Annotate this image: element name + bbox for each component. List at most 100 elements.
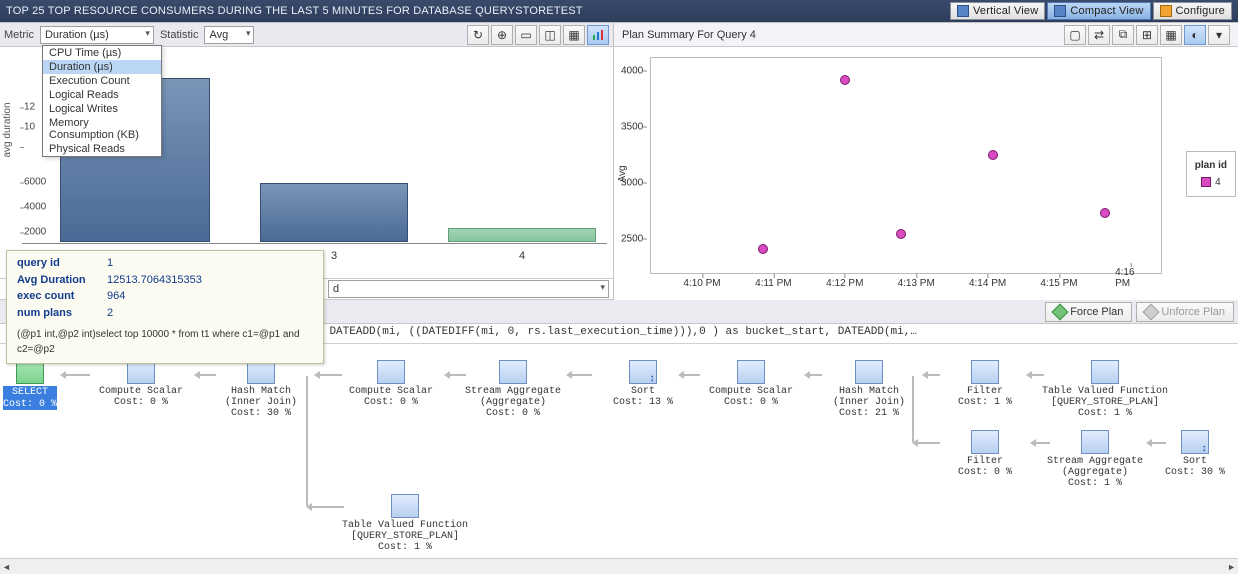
force-plan-button[interactable]: Force Plan: [1045, 302, 1132, 322]
plan-node-stream-aggregate[interactable]: Stream Aggregate (Aggregate) Cost: 0 %: [458, 360, 568, 419]
plan-node-compute-scalar[interactable]: Compute Scalar Cost: 0 %: [336, 360, 446, 408]
plan-node-hash-match[interactable]: Hash Match (Inner Join) Cost: 21 %: [814, 360, 924, 419]
vertical-view-button[interactable]: Vertical View: [950, 2, 1045, 20]
agg-select[interactable]: d: [328, 280, 609, 298]
metric-option[interactable]: CPU Time (µs): [43, 46, 161, 60]
metric-option[interactable]: Duration (µs): [43, 60, 161, 74]
compact-view-button[interactable]: Compact View: [1047, 2, 1150, 20]
scroll-right-icon[interactable]: ►: [1227, 562, 1236, 572]
scatter-point[interactable]: [1100, 208, 1110, 218]
metric-select[interactable]: Duration (µs): [40, 26, 154, 44]
node-cost: Cost: 0 %: [458, 408, 568, 419]
compare-button[interactable]: ⇄: [1088, 25, 1110, 45]
node-label: Hash Match: [206, 386, 316, 397]
target-button[interactable]: ⊕: [491, 25, 513, 45]
chevron-down-icon[interactable]: ▾: [1208, 25, 1230, 45]
scatter-point[interactable]: [988, 150, 998, 160]
refresh-button[interactable]: ↻: [467, 25, 489, 45]
plan-summary-bar: Plan Summary For Query 4 ▢ ⇄ ⧉ ⊞ ▦ ◐ ▾: [614, 23, 1238, 47]
plan-arrow: [568, 374, 592, 376]
metric-option[interactable]: Execution Count: [43, 74, 161, 88]
plan-arrow: [446, 374, 466, 376]
plan-node-tvf[interactable]: Table Valued Function [QUERY_STORE_PLAN]…: [330, 494, 480, 553]
node-cost: Cost: 13 %: [588, 397, 698, 408]
node-label: Compute Scalar: [86, 386, 196, 397]
x-label: 4: [519, 250, 525, 262]
stat-label: Statistic: [160, 29, 199, 41]
plan-node-compute-scalar[interactable]: Compute Scalar Cost: 0 %: [86, 360, 196, 408]
stat-select[interactable]: Avg: [204, 26, 254, 44]
metric-option[interactable]: Logical Writes: [43, 102, 161, 116]
metric-option[interactable]: Memory Consumption (KB): [43, 116, 161, 142]
tooltip-key: query id: [17, 255, 97, 272]
table-view-button[interactable]: ▦: [1160, 25, 1182, 45]
configure-button[interactable]: Configure: [1153, 2, 1233, 20]
unforce-plan-button[interactable]: Unforce Plan: [1136, 302, 1234, 322]
tooltip-key: Avg Duration: [17, 272, 97, 289]
plan-arrow: [924, 374, 940, 376]
grid-view-button[interactable]: ▭: [515, 25, 537, 45]
ytick: 6000: [24, 177, 46, 188]
legend-swatch: [1201, 177, 1211, 187]
ytick: 10: [24, 122, 35, 133]
s-xtick: 4:11 PM: [755, 278, 792, 289]
node-sub: (Aggregate): [458, 397, 568, 408]
metric-option[interactable]: Physical Reads: [43, 142, 161, 156]
metric-option[interactable]: Logical Reads: [43, 88, 161, 102]
titlebar-buttons: Vertical View Compact View Configure: [950, 2, 1232, 20]
tooltip-key: exec count: [17, 288, 97, 305]
plan-node-select[interactable]: SELECT Cost: 0 %: [0, 360, 60, 410]
s-ytick: 3500: [621, 121, 643, 132]
node-cost: Cost: 1 %: [930, 397, 1040, 408]
right-icon-buttons: ▢ ⇄ ⧉ ⊞ ▦ ◐ ▾: [1064, 25, 1230, 45]
refresh-button[interactable]: ▢: [1064, 25, 1086, 45]
execution-plan[interactable]: SELECT Cost: 0 % Compute Scalar Cost: 0 …: [0, 344, 1238, 558]
plan-arrow: [62, 374, 90, 376]
plan-node-sort[interactable]: Sort Cost: 30 %: [1160, 430, 1230, 478]
x-axis: [22, 243, 607, 244]
plan-node-tvf[interactable]: Table Valued Function [QUERY_STORE_PLAN]…: [1030, 360, 1180, 419]
horizontal-scrollbar[interactable]: ◄ ►: [0, 558, 1238, 574]
scroll-left-icon[interactable]: ◄: [2, 562, 11, 572]
plan-arrow: [1148, 442, 1166, 444]
right-panel: Plan Summary For Query 4 ▢ ⇄ ⧉ ⊞ ▦ ◐ ▾ A…: [614, 23, 1238, 300]
plan-node-hash-match[interactable]: Hash Match (Inner Join) Cost: 30 %: [206, 360, 316, 419]
stat-value: Avg: [209, 29, 228, 41]
table-view-button[interactable]: ▦: [563, 25, 585, 45]
metric-label: Metric: [4, 29, 34, 41]
layout-c-icon: [1054, 5, 1066, 17]
plan-node-sort[interactable]: Sort Cost: 13 %: [588, 360, 698, 408]
metric-dropdown-list[interactable]: CPU Time (µs) Duration (µs) Execution Co…: [42, 45, 162, 157]
chart-view-button[interactable]: ◐: [1184, 25, 1206, 45]
s-xtick: 4:12 PM: [826, 278, 863, 289]
plan-diff-button[interactable]: ⧉: [1112, 25, 1134, 45]
bar-query-4[interactable]: [448, 228, 596, 242]
configure-label: Configure: [1176, 5, 1226, 17]
ytick: 2000: [24, 227, 46, 238]
gear-icon: [1160, 5, 1172, 17]
plan-arrow: [316, 374, 342, 376]
metric-value: Duration (µs): [45, 29, 109, 41]
tooltip-val: 964: [107, 288, 125, 305]
plan-node-stream-aggregate[interactable]: Stream Aggregate (Aggregate) Cost: 1 %: [1040, 430, 1150, 489]
scatter-point[interactable]: [840, 75, 850, 85]
scatter-point[interactable]: [896, 229, 906, 239]
chart-view-button[interactable]: [587, 25, 609, 45]
node-sub: (Inner Join): [814, 397, 924, 408]
bar-query-3[interactable]: [260, 183, 408, 242]
plan-arrow: [196, 374, 216, 376]
node-cost: Cost: 0 %: [930, 467, 1040, 478]
plan-arrow: [680, 374, 700, 376]
plan-node-compute-scalar[interactable]: Compute Scalar Cost: 0 %: [696, 360, 806, 408]
node-cost: Cost: 30 %: [206, 408, 316, 419]
scatter-point[interactable]: [758, 244, 768, 254]
plan-node-filter[interactable]: Filter Cost: 1 %: [930, 360, 1040, 408]
plan-node-filter[interactable]: Filter Cost: 0 %: [930, 430, 1040, 478]
plan-tree-button[interactable]: ⊞: [1136, 25, 1158, 45]
scatter-chart: Avg 4000 3500 3000 2500 4:10 PM 4:11 PM …: [614, 47, 1238, 300]
node-label: Table Valued Function: [1030, 386, 1180, 397]
split-view-button[interactable]: ◫: [539, 25, 561, 45]
node-label: Compute Scalar: [336, 386, 446, 397]
plan-arrow: [806, 374, 822, 376]
unforce-label: Unforce Plan: [1161, 306, 1225, 318]
